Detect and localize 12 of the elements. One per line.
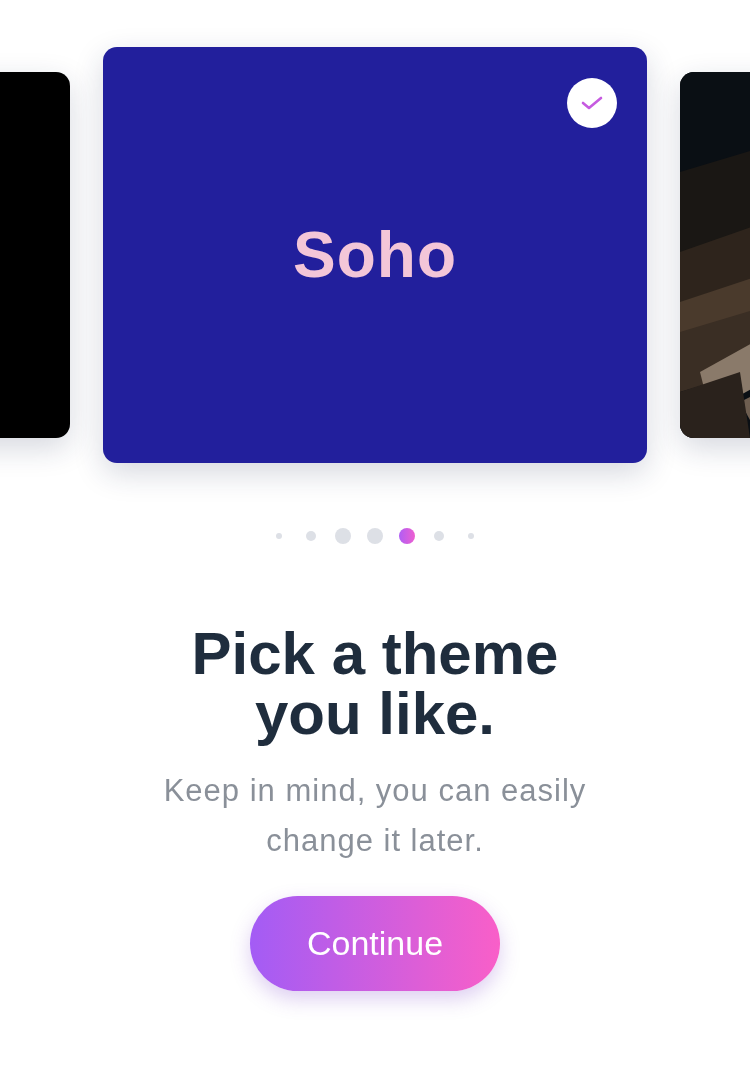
- page-dot[interactable]: [434, 531, 444, 541]
- check-icon: [567, 78, 617, 128]
- theme-card[interactable]: Soho: [103, 47, 647, 463]
- page-dot[interactable]: [367, 528, 383, 544]
- heading: Pick a theme you like.: [190, 624, 560, 744]
- page-dot[interactable]: [468, 533, 474, 539]
- page-dot[interactable]: [335, 528, 351, 544]
- subtitle: Keep in mind, you can easily change it later.: [162, 772, 588, 860]
- page-dot[interactable]: [399, 528, 415, 544]
- page-dot[interactable]: [306, 531, 316, 541]
- page-dot[interactable]: [276, 533, 282, 539]
- theme-name: Soho: [293, 218, 457, 292]
